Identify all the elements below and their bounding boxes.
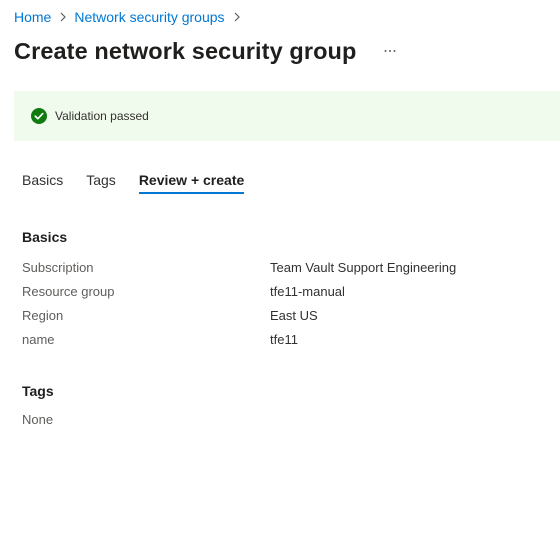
wizard-tabs: Basics Tags Review + create xyxy=(22,168,267,196)
breadcrumb-network-security-groups-link[interactable]: Network security groups xyxy=(74,9,224,25)
summary-row-resource-group: Resource group tfe11-manual xyxy=(22,282,542,300)
page-title: Create network security group xyxy=(14,37,357,64)
validation-banner: Validation passed xyxy=(14,91,560,141)
summary-value: East US xyxy=(270,307,318,323)
chevron-right-icon xyxy=(60,12,67,22)
title-row: Create network security group xyxy=(14,35,398,67)
success-check-icon xyxy=(31,108,47,124)
chevron-right-icon xyxy=(234,12,240,22)
tags-section-heading: Tags xyxy=(22,383,54,399)
summary-key: Region xyxy=(22,307,64,323)
breadcrumb-home-link[interactable]: Home xyxy=(14,9,51,25)
summary-value: tfe11-manual xyxy=(270,283,345,299)
validation-message: Validation passed xyxy=(55,109,149,123)
tab-tags[interactable]: Tags xyxy=(86,168,116,194)
summary-value: tfe11 xyxy=(270,331,298,347)
summary-key: name xyxy=(22,331,55,347)
tab-basics[interactable]: Basics xyxy=(22,168,63,194)
summary-value: Team Vault Support Engineering xyxy=(270,259,457,275)
summary-row-region: Region East US xyxy=(22,306,542,324)
summary-row-name: name tfe11 xyxy=(22,330,542,348)
basics-section-heading: Basics xyxy=(22,229,68,245)
summary-row-subscription: Subscription Team Vault Support Engineer… xyxy=(22,258,542,276)
breadcrumb: Home Network security groups xyxy=(14,8,248,26)
tab-review-create[interactable]: Review + create xyxy=(138,168,245,194)
more-options-icon[interactable] xyxy=(382,45,398,57)
summary-key: Subscription xyxy=(22,259,94,275)
summary-key: Resource group xyxy=(22,283,115,299)
tags-value: None xyxy=(22,412,54,427)
